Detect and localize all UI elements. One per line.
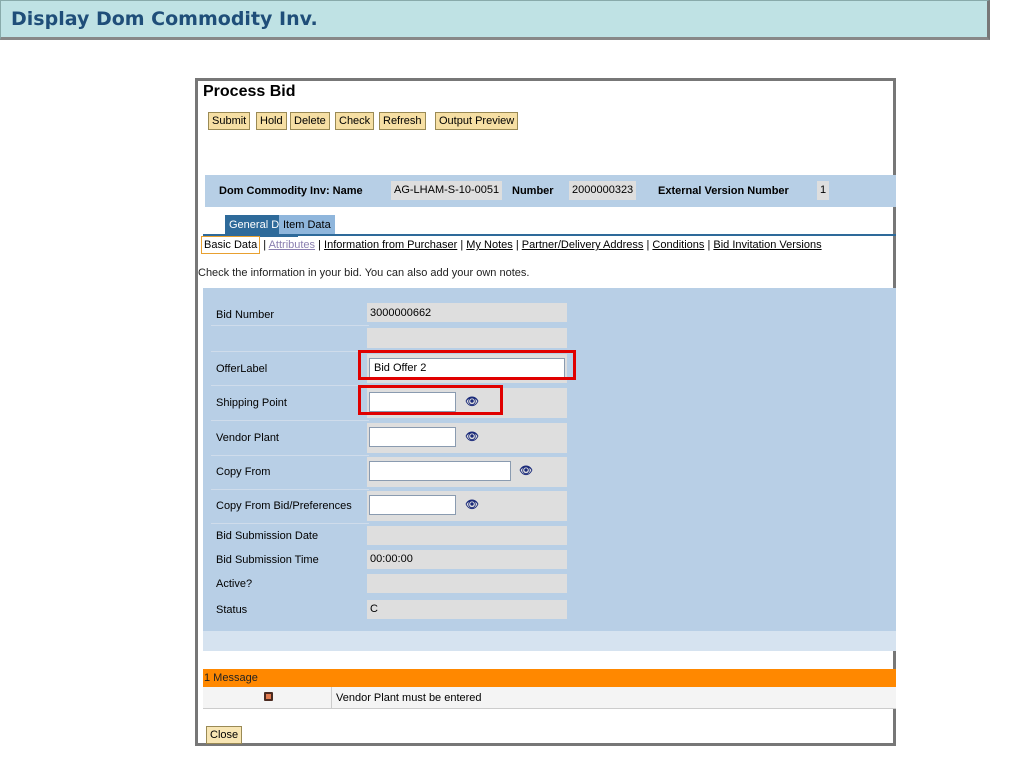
binoculars-icon[interactable]: 👁 [465, 498, 479, 511]
name-value: AG-LHAM-S-10-0051 [391, 181, 503, 200]
row-divider [211, 420, 369, 421]
copy-from-bid-label: Copy From Bid/Preferences [216, 500, 352, 512]
delete-button[interactable]: Delete [290, 112, 330, 130]
copy-from-label: Copy From [216, 466, 271, 478]
ext-version-value: 1 [817, 181, 830, 200]
app-title: Display Dom Commodity Inv. [11, 8, 318, 30]
close-button[interactable]: Close [206, 726, 243, 744]
ext-version-label: External Version Number [658, 185, 789, 197]
status-label: Status [216, 604, 248, 616]
active-value [367, 574, 567, 593]
copy-from-input[interactable] [369, 461, 511, 481]
row-divider [211, 385, 369, 386]
offer-label-label: OfferLabel [216, 363, 268, 375]
row-divider [211, 455, 369, 456]
highlight-box [358, 385, 503, 415]
submit-button[interactable]: Submit [208, 112, 251, 130]
check-button[interactable]: Check [335, 112, 375, 130]
bid-number-label: Bid Number [216, 309, 275, 321]
empty-field [367, 328, 567, 348]
bid-number-value: 3000000662 [367, 303, 567, 322]
subnav-partner-delivery-address[interactable]: Partner/Delivery Address [522, 239, 644, 251]
bid-submission-time-label: Bid Submission Time [216, 554, 319, 566]
form-footer [203, 631, 896, 651]
row-divider [211, 523, 369, 524]
window-title: Process Bid [203, 83, 296, 100]
error-square-icon [264, 692, 273, 701]
number-value: 2000000323 [569, 181, 637, 200]
highlight-box [358, 350, 576, 380]
refresh-button[interactable]: Refresh [379, 112, 426, 130]
name-label: Dom Commodity Inv: Name [219, 185, 363, 197]
subnav-information-from-purchaser[interactable]: Information from Purchaser [324, 239, 457, 251]
subnav-conditions[interactable]: Conditions [652, 239, 704, 251]
row-divider [211, 489, 369, 490]
hold-button[interactable]: Hold [256, 112, 287, 130]
bid-submission-date-value [367, 526, 567, 545]
row-divider [211, 325, 369, 326]
shipping-point-label: Shipping Point [216, 397, 287, 409]
subnav-attributes[interactable]: Attributes [269, 239, 315, 251]
vendor-plant-input[interactable] [369, 427, 456, 447]
message-header: 1 Message [203, 669, 896, 687]
tab-item-data[interactable]: Item Data [279, 215, 335, 235]
active-label: Active? [216, 578, 253, 590]
basic-data-form: Bid Number 3000000662 OfferLabel Bid Off… [203, 288, 896, 631]
column-divider [331, 687, 332, 709]
message-text: Vendor Plant must be entered [336, 692, 482, 704]
process-bid-window: Process Bid Submit Hold Delete Check Ref… [195, 78, 896, 746]
subnav-my-notes[interactable]: My Notes [466, 239, 512, 251]
bid-submission-time-value: 00:00:00 [367, 550, 567, 569]
output-preview-button[interactable]: Output Preview [435, 112, 519, 130]
app-header: Display Dom Commodity Inv. [0, 0, 990, 40]
subnav-bid-invitation-versions[interactable]: Bid Invitation Versions [713, 239, 821, 251]
bid-submission-date-label: Bid Submission Date [216, 530, 319, 542]
tab-underline [203, 234, 896, 236]
subnav: Basic Data | Attributes | Information fr… [201, 236, 822, 254]
status-value: C [367, 600, 567, 619]
binoculars-icon[interactable]: 👁 [519, 464, 533, 477]
number-label: Number [512, 185, 554, 197]
message-row: Vendor Plant must be entered [203, 687, 896, 709]
row-divider [211, 351, 369, 352]
copy-from-bid-input[interactable] [369, 495, 456, 515]
document-info-bar: Dom Commodity Inv: Name AG-LHAM-S-10-005… [205, 175, 896, 207]
binoculars-icon[interactable]: 👁 [465, 430, 479, 443]
hint-text: Check the information in your bid. You c… [198, 267, 530, 279]
vendor-plant-label: Vendor Plant [216, 432, 279, 444]
subnav-basic-data[interactable]: Basic Data [201, 236, 261, 254]
